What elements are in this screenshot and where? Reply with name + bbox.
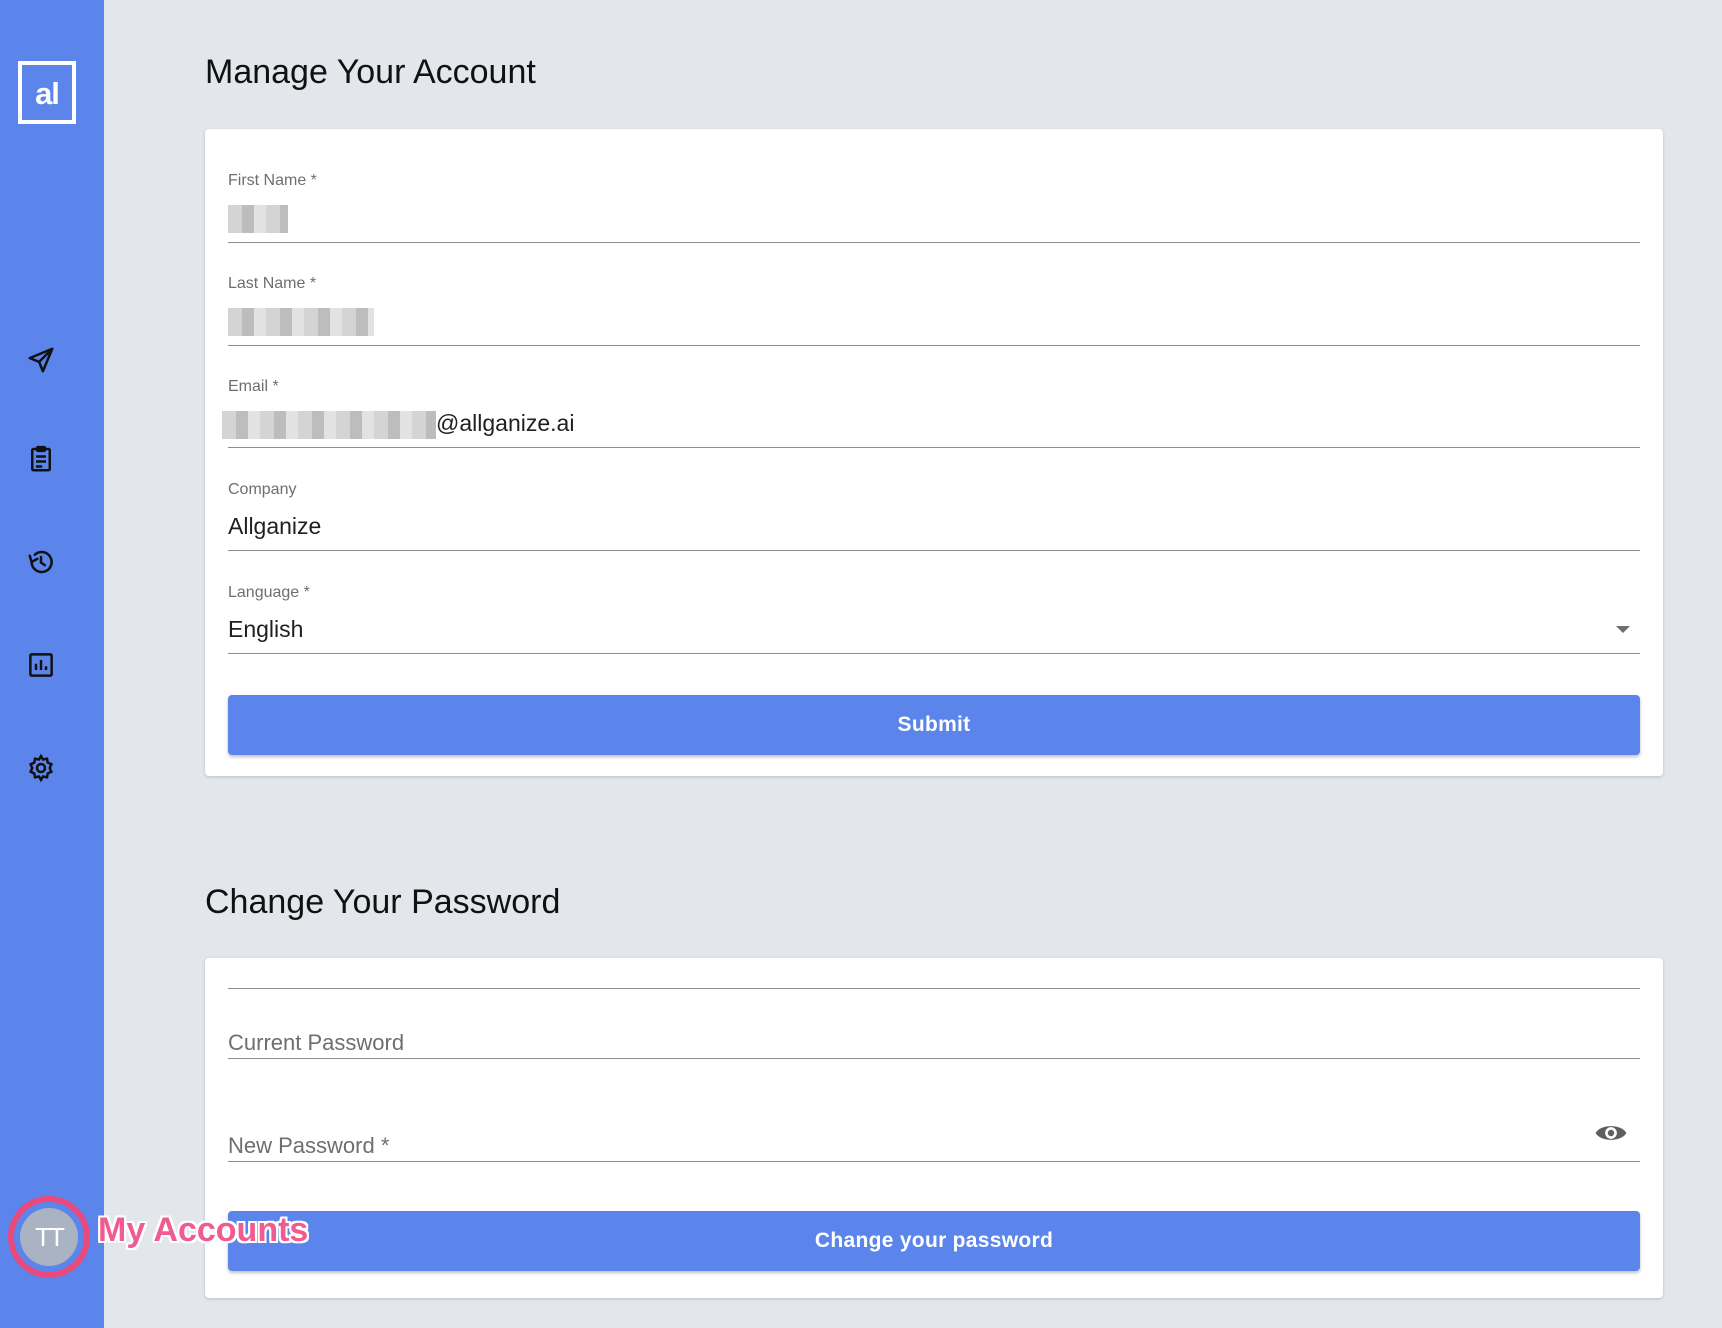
current-password-input[interactable]: Current Password	[228, 988, 1640, 1059]
language-value: English	[228, 616, 304, 642]
email-label: Email *	[228, 378, 279, 395]
last-name-value[interactable]	[228, 307, 374, 336]
history-icon[interactable]	[22, 543, 60, 581]
logo-text: al	[35, 75, 60, 111]
language-label: Language *	[228, 584, 310, 601]
password-section-title: Change Your Password	[205, 883, 561, 921]
sidebar: al TT	[0, 0, 104, 1328]
gear-icon[interactable]	[22, 749, 60, 787]
app-logo[interactable]: al	[18, 61, 76, 124]
bar-chart-icon[interactable]	[22, 646, 60, 684]
password-card: Current Password New Password * Change y…	[205, 958, 1663, 1298]
company-field[interactable]: Company Allganize	[228, 481, 1640, 551]
company-label: Company	[228, 481, 297, 498]
eye-icon[interactable]	[1594, 1119, 1628, 1147]
company-value: Allganize	[228, 513, 322, 539]
last-name-field[interactable]: Last Name *	[228, 275, 1640, 346]
language-select[interactable]: Language * English	[228, 584, 1640, 654]
annotation-label: My Accounts	[98, 1211, 309, 1249]
last-name-label: Last Name *	[228, 275, 317, 292]
account-card: First Name * Last Name * Email * @allgan…	[205, 129, 1663, 776]
submit-button[interactable]: Submit	[228, 695, 1640, 755]
email-value[interactable]: @allganize.ai	[222, 410, 574, 439]
my-account-button[interactable]: TT	[8, 1196, 90, 1278]
chevron-down-icon[interactable]	[1616, 626, 1630, 633]
current-password-label: Current Password	[228, 1030, 405, 1055]
first-name-label: First Name *	[228, 172, 317, 189]
email-field[interactable]: Email * @allganize.ai	[222, 378, 1640, 448]
change-password-button[interactable]: Change your password	[228, 1211, 1640, 1271]
new-password-label: New Password *	[228, 1133, 390, 1158]
email-domain: @allganize.ai	[436, 410, 575, 436]
send-icon[interactable]	[22, 341, 60, 379]
first-name-field[interactable]: First Name *	[228, 172, 1640, 243]
new-password-input[interactable]: New Password *	[228, 1091, 1640, 1162]
account-section-title: Manage Your Account	[205, 53, 536, 91]
first-name-value[interactable]	[228, 204, 288, 233]
avatar: TT	[20, 1208, 78, 1266]
clipboard-icon[interactable]	[22, 440, 60, 478]
